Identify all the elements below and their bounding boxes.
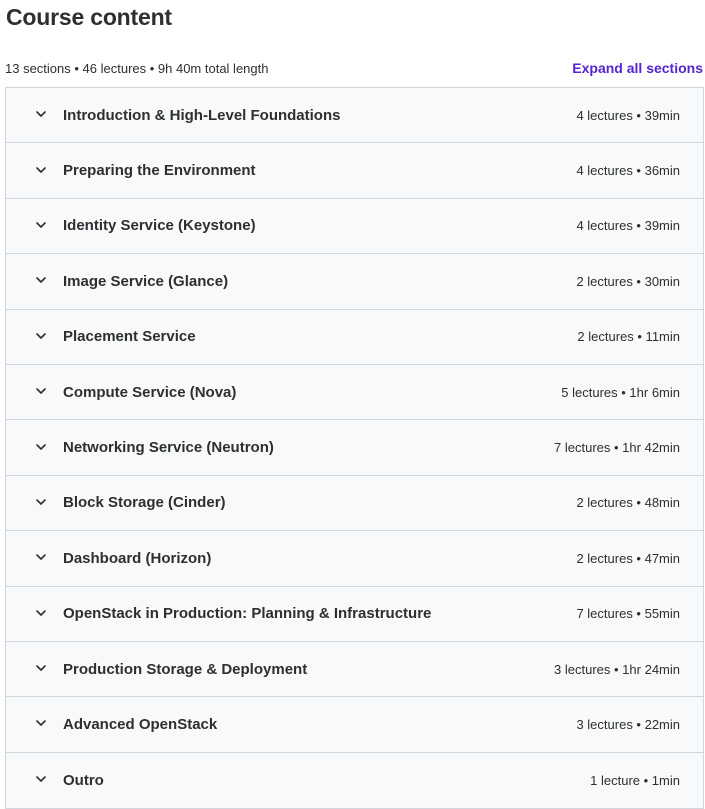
chevron-down-icon bbox=[36, 443, 46, 450]
section-header-nova[interactable]: Compute Service (Nova) 5 lectures • 1hr … bbox=[6, 364, 703, 421]
section-header-preparing-environment[interactable]: Preparing the Environment 4 lectures • 3… bbox=[6, 143, 703, 199]
chevron-down-icon bbox=[36, 277, 46, 284]
section-meta: 2 lectures • 48min bbox=[576, 495, 680, 511]
section-title: Compute Service (Nova) bbox=[63, 383, 237, 401]
section-header-advanced[interactable]: Advanced OpenStack 3 lectures • 22min bbox=[6, 697, 703, 753]
page-title: Course content bbox=[6, 4, 172, 30]
section-title: Image Service (Glance) bbox=[63, 272, 229, 290]
section-meta: 3 lectures • 1hr 24min bbox=[554, 661, 680, 677]
chevron-down-icon bbox=[36, 332, 46, 339]
section-meta: 3 lectures • 22min bbox=[576, 716, 680, 732]
section-title: Networking Service (Neutron) bbox=[63, 439, 274, 457]
section-meta: 1 lecture • 1min bbox=[590, 772, 680, 788]
section-header-production-storage[interactable]: Production Storage & Deployment 3 lectur… bbox=[6, 641, 703, 698]
section-header-placement[interactable]: Placement Service 2 lectures • 11min bbox=[6, 309, 703, 365]
section-meta: 5 lectures • 1hr 6min bbox=[561, 384, 680, 400]
section-title: Dashboard (Horizon) bbox=[63, 549, 212, 567]
chevron-down-icon bbox=[36, 111, 46, 117]
section-header-keystone[interactable]: Identity Service (Keystone) 4 lectures •… bbox=[6, 198, 703, 255]
course-summary: 13 sections • 46 lectures • 9h 40m total… bbox=[5, 60, 269, 76]
section-title: Advanced OpenStack bbox=[63, 715, 218, 733]
expand-all-sections-button[interactable]: Expand all sections bbox=[572, 60, 703, 76]
chevron-down-icon bbox=[36, 776, 46, 783]
section-meta: 2 lectures • 11min bbox=[577, 329, 680, 345]
section-meta: 2 lectures • 47min bbox=[576, 550, 680, 566]
chevron-down-icon bbox=[36, 665, 46, 671]
section-meta: 4 lectures • 39min bbox=[576, 107, 680, 123]
section-meta: 7 lectures • 55min bbox=[576, 606, 680, 622]
chevron-down-icon bbox=[36, 388, 46, 394]
chevron-down-icon bbox=[36, 222, 46, 228]
section-title: OpenStack in Production: Planning & Infr… bbox=[63, 605, 432, 623]
section-header-introduction[interactable]: Introduction & High-Level Foundations 4 … bbox=[6, 88, 703, 144]
section-list: Introduction & High-Level Foundations 4 … bbox=[5, 87, 704, 809]
section-title: Placement Service bbox=[63, 328, 196, 346]
section-title: Block Storage (Cinder) bbox=[63, 494, 226, 512]
section-meta: 2 lectures • 30min bbox=[576, 273, 680, 289]
section-meta: 4 lectures • 39min bbox=[576, 218, 680, 234]
section-title: Production Storage & Deployment bbox=[63, 660, 308, 678]
section-meta: 7 lectures • 1hr 42min bbox=[554, 440, 680, 456]
course-summary-row: 13 sections • 46 lectures • 9h 40m total… bbox=[5, 58, 704, 78]
section-title: Introduction & High-Level Foundations bbox=[63, 106, 341, 124]
chevron-down-icon bbox=[36, 554, 46, 561]
section-meta: 4 lectures • 36min bbox=[576, 163, 680, 179]
chevron-down-icon bbox=[36, 609, 46, 616]
section-header-outro[interactable]: Outro 1 lecture • 1min bbox=[6, 752, 703, 809]
section-title: Outro bbox=[63, 771, 104, 789]
chevron-down-icon bbox=[36, 499, 46, 505]
section-title: Preparing the Environment bbox=[63, 162, 256, 180]
section-header-production-planning[interactable]: OpenStack in Production: Planning & Infr… bbox=[6, 586, 703, 642]
section-header-cinder[interactable]: Block Storage (Cinder) 2 lectures • 48mi… bbox=[6, 475, 703, 532]
chevron-down-icon bbox=[36, 166, 46, 173]
section-title: Identity Service (Keystone) bbox=[63, 217, 256, 235]
section-header-neutron[interactable]: Networking Service (Neutron) 7 lectures … bbox=[6, 420, 703, 476]
chevron-down-icon bbox=[36, 720, 46, 727]
section-header-horizon[interactable]: Dashboard (Horizon) 2 lectures • 47min bbox=[6, 531, 703, 587]
section-header-glance[interactable]: Image Service (Glance) 2 lectures • 30mi… bbox=[6, 254, 703, 310]
